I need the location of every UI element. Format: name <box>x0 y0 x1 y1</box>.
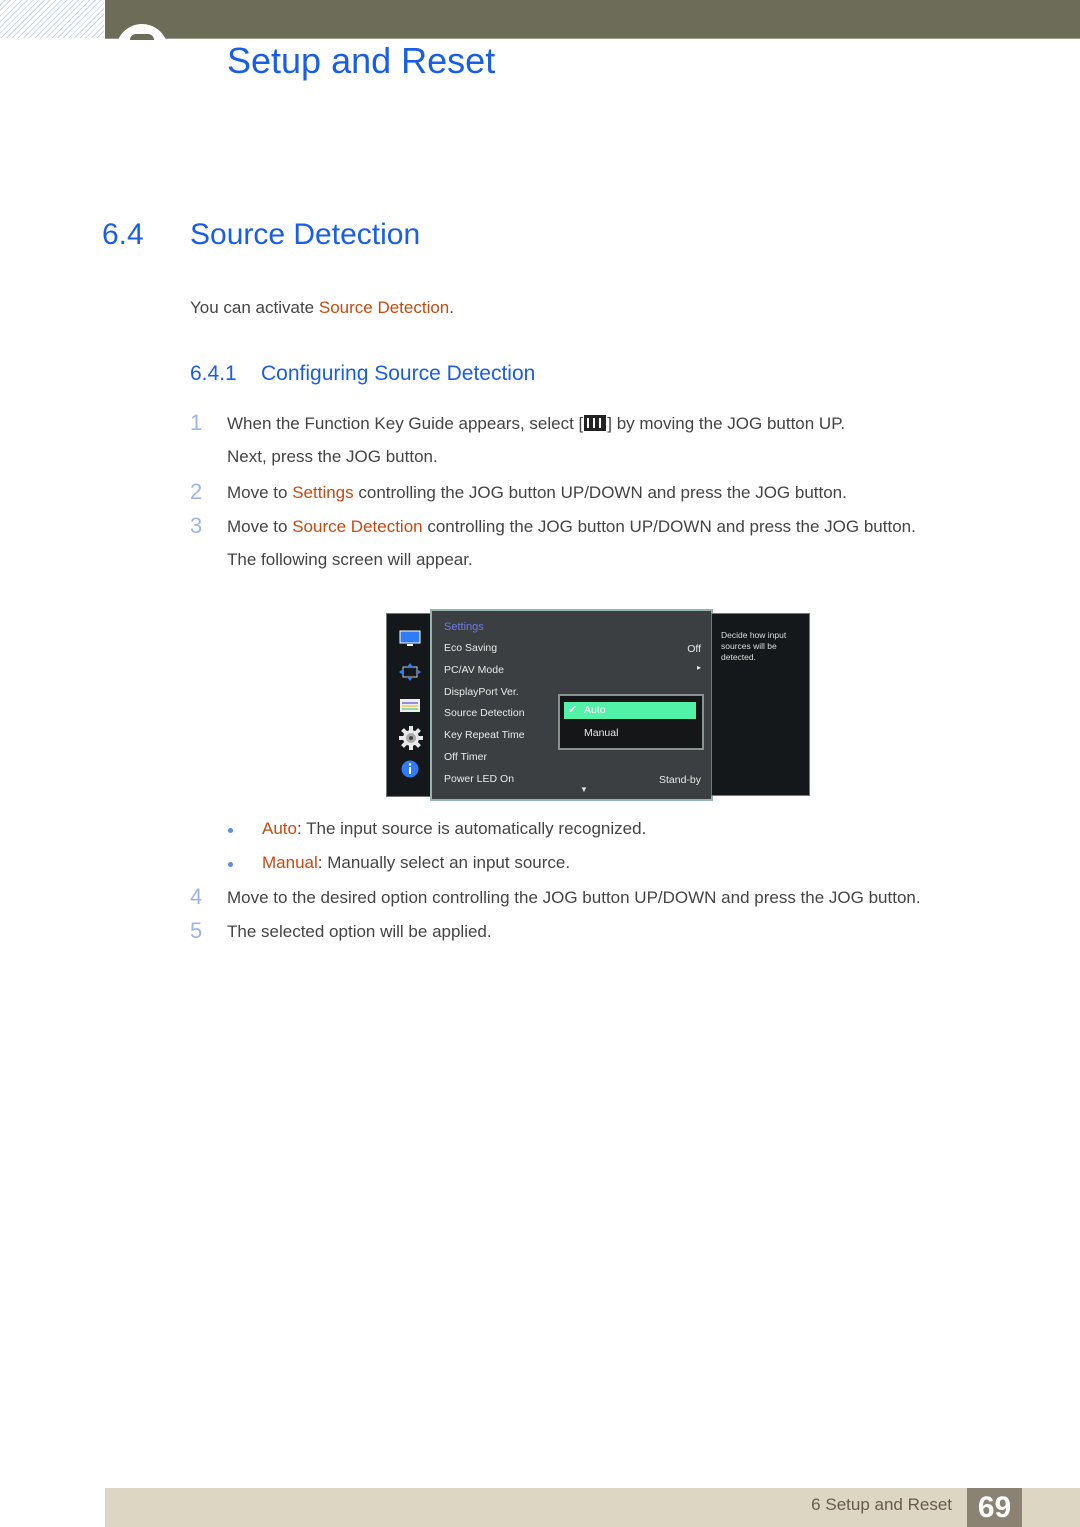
section-intro: You can activate Source Detection. <box>190 298 454 317</box>
option-auto[interactable]: ✔ Auto <box>564 702 696 719</box>
osd-description-panel: Decide how input sources will be detecte… <box>711 613 810 796</box>
gear-icon <box>399 726 423 750</box>
highlight-term: Manual <box>262 853 318 872</box>
osd-menu-item[interactable]: DisplayPort Ver. <box>444 686 519 698</box>
osd-sidebar <box>386 613 432 797</box>
osd-menu-item[interactable]: Power LED On <box>444 773 514 785</box>
osd-menu-item[interactable]: PC/AV Mode <box>444 664 504 676</box>
checkmark-icon: ✔ <box>568 704 578 716</box>
step-text: Move to the desired option controlling t… <box>227 888 921 907</box>
step-number: 2 <box>190 479 203 504</box>
osd-menu-title: Settings <box>444 621 484 633</box>
monitor-icon <box>399 630 421 648</box>
osd-menu-item[interactable]: Off Timer <box>444 751 487 763</box>
step-text: When the Function Key Guide appears, sel… <box>227 414 846 433</box>
section-title: Source Detection <box>190 218 421 251</box>
scroll-down-icon[interactable]: ▼ <box>580 785 588 794</box>
step-text: Move to Source Detection controlling the… <box>227 517 916 536</box>
subsection-title: Configuring Source Detection <box>261 362 536 385</box>
bullet-item: Auto: The input source is automatically … <box>262 819 647 838</box>
osd-menu-item[interactable]: Source Detection <box>444 707 525 719</box>
step-text: The following screen will appear. <box>227 550 473 569</box>
highlight-term: Source Detection <box>318 298 450 317</box>
section-number: 6.4 <box>102 218 144 251</box>
step-number: 1 <box>190 410 203 435</box>
bullet-dot <box>228 828 233 833</box>
osd-menu-value: Stand-by <box>658 774 701 786</box>
osd-menu-item[interactable]: Key Repeat Time <box>444 729 525 741</box>
highlight-term: Settings <box>292 483 354 502</box>
osd-description: Decide how input sources will be detecte… <box>721 630 787 662</box>
bullet-dot <box>228 862 233 867</box>
page-number: 69 <box>967 1488 1022 1527</box>
header-stripes <box>0 0 104 38</box>
source-detection-popup: ✔ Auto Manual <box>558 694 704 750</box>
footer-chapter: 6 Setup and Reset <box>811 1495 952 1514</box>
size-position-icon <box>399 663 421 681</box>
info-icon <box>399 760 421 778</box>
menu-icon <box>584 415 607 431</box>
option-manual[interactable]: Manual <box>584 727 618 739</box>
chevron-right-icon: ▸ <box>696 663 701 672</box>
osd-menu-value: Off <box>687 643 701 655</box>
page-footer: 6 Setup and Reset 69 <box>105 1488 1080 1527</box>
subsection-number: 6.4.1 <box>190 362 237 385</box>
step-number: 4 <box>190 884 203 909</box>
highlight-term: Source Detection <box>292 517 423 536</box>
osd-settings-menu: Settings Eco Saving Off PC/AV Mode ▸ Dis… <box>430 609 713 801</box>
step-text: The selected option will be applied. <box>227 922 492 941</box>
osd-menu-item[interactable]: Eco Saving <box>444 642 497 654</box>
step-text: Move to Settings controlling the JOG but… <box>227 483 847 502</box>
step-number: 3 <box>190 513 203 538</box>
highlight-term: Auto <box>262 819 297 838</box>
bullet-item: Manual: Manually select an input source. <box>262 853 571 872</box>
step-number: 5 <box>190 918 203 943</box>
step-text: Next, press the JOG button. <box>227 447 438 466</box>
chapter-badge <box>116 24 168 76</box>
picture-settings-icon <box>399 697 421 715</box>
chapter-title: Setup and Reset <box>227 40 496 81</box>
header-bar <box>105 0 1080 39</box>
